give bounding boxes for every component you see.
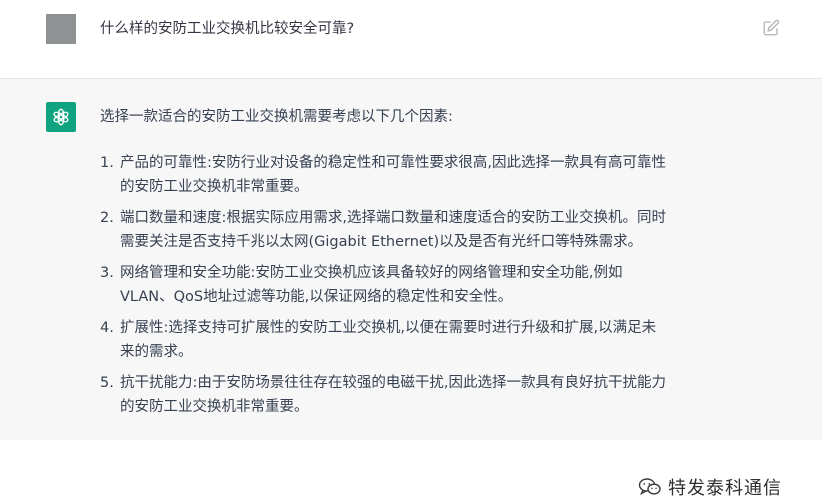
list-item-line: 需要关注是否支持千兆以太网(Gigabit Ethernet)以及是否有光纤口等…	[120, 234, 643, 250]
wechat-icon	[638, 478, 661, 496]
watermark: 特发泰科通信	[634, 474, 786, 500]
list-item-number: 3.	[100, 265, 114, 281]
openai-logo-icon	[53, 108, 69, 126]
list-item-line: 抗干扰能力:由于安防场景往往存在较强的电磁干扰,因此选择一款具有良好抗干扰能力	[120, 375, 666, 391]
list-item-line: 的安防工业交换机非常重要。	[120, 179, 309, 195]
assistant-intro-text: 选择一款适合的安防工业交换机需要考虑以下几个因素:	[100, 109, 453, 125]
list-item-line: 网络管理和安全功能:安防工业交换机应该具备较好的网络管理和安全功能,例如	[120, 265, 623, 281]
watermark-text: 特发泰科通信	[668, 478, 782, 499]
list-item-line: VLAN、QoS地址过滤等功能,以保证网络的稳定性和安全性。	[120, 289, 513, 305]
list-item-number: 1.	[100, 155, 114, 171]
list-item: 4. 扩展性:选择支持可扩展性的安防工业交换机,以便在需要时进行升级和扩展,以满…	[100, 316, 780, 364]
list-item-line: 扩展性:选择支持可扩展性的安防工业交换机,以便在需要时进行升级和扩展,以满足未	[120, 320, 657, 336]
list-item: 5. 抗干扰能力:由于安防场景往往存在较强的电磁干扰,因此选择一款具有良好抗干扰…	[100, 371, 780, 419]
factor-list: 1. 产品的可靠性:安防行业对设备的稳定性和可靠性要求很高,因此选择一款具有高可…	[100, 151, 780, 426]
edit-icon[interactable]	[762, 19, 780, 37]
user-message-row: 什么样的安防工业交换机比较安全可靠?	[0, 0, 822, 79]
bot-avatar	[46, 102, 76, 132]
list-item-number: 2.	[100, 210, 114, 226]
list-item: 2. 端口数量和速度:根据实际应用需求,选择端口数量和速度适合的安防工业交换机。…	[100, 206, 780, 254]
list-item: 3. 网络管理和安全功能:安防工业交换机应该具备较好的网络管理和安全功能,例如 …	[100, 261, 780, 309]
list-item-number: 5.	[100, 375, 114, 391]
list-item-line: 端口数量和速度:根据实际应用需求,选择端口数量和速度适合的安防工业交换机。同时	[120, 210, 666, 226]
user-avatar	[46, 14, 76, 44]
list-item-line: 来的需求。	[120, 344, 193, 360]
list-item-line: 产品的可靠性:安防行业对设备的稳定性和可靠性要求很高,因此选择一款具有高可靠性	[120, 155, 666, 171]
user-message-text: 什么样的安防工业交换机比较安全可靠?	[100, 21, 355, 37]
list-item: 1. 产品的可靠性:安防行业对设备的稳定性和可靠性要求很高,因此选择一款具有高可…	[100, 151, 780, 199]
list-item-line: 的安防工业交换机非常重要。	[120, 399, 309, 415]
assistant-message-row: 选择一款适合的安防工业交换机需要考虑以下几个因素: 1. 产品的可靠性:安防行业…	[0, 79, 822, 500]
list-item-number: 4.	[100, 320, 114, 336]
